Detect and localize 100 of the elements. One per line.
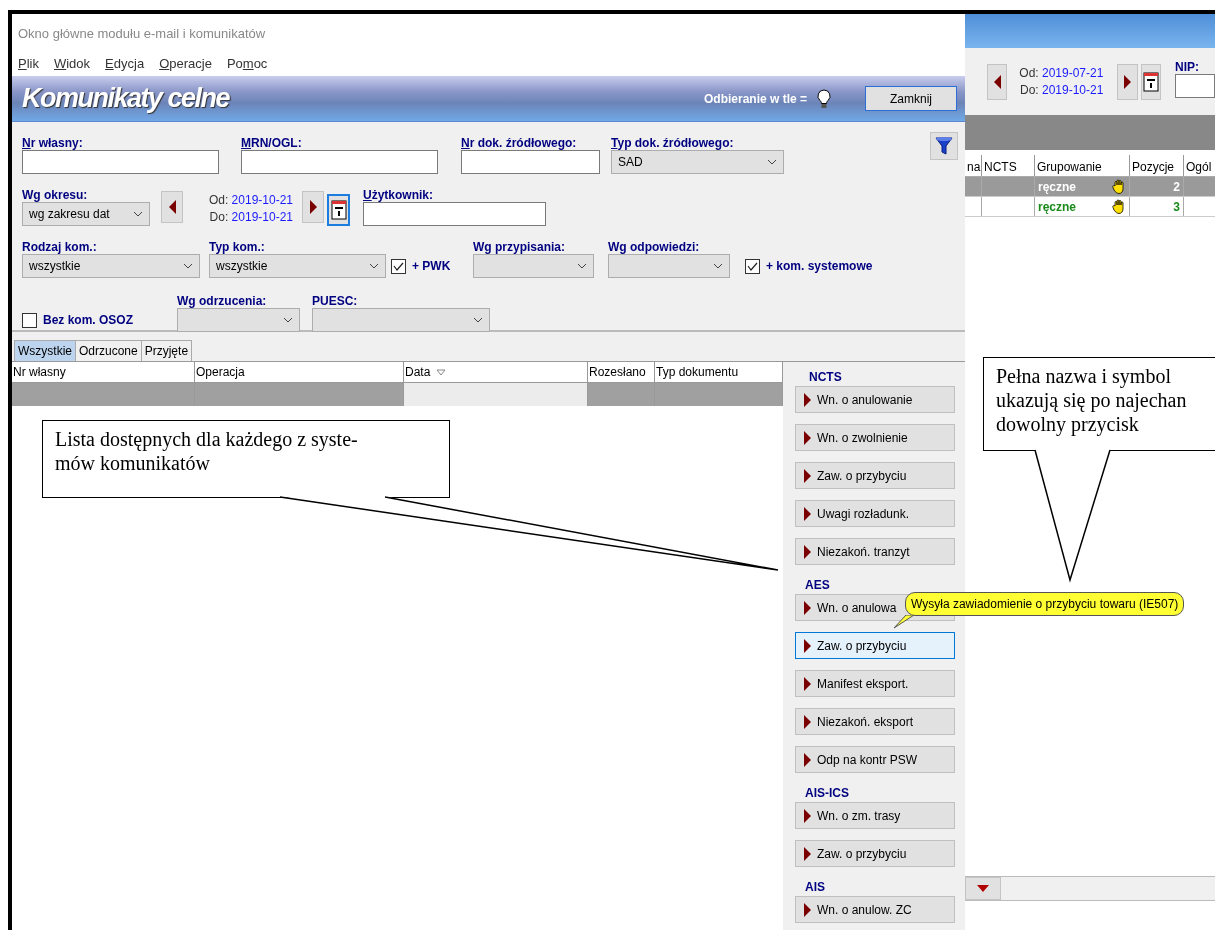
menu-item[interactable]: Edycja bbox=[105, 54, 145, 76]
right-triangle-icon bbox=[804, 638, 811, 653]
action-button[interactable]: Niezakoń. eksport bbox=[795, 708, 955, 735]
column-header[interactable]: Grupowanie bbox=[1035, 155, 1130, 176]
dropdown[interactable]: SAD bbox=[611, 150, 784, 174]
right-triangle-icon bbox=[804, 506, 811, 521]
checkbox-label: + PWK bbox=[412, 258, 451, 275]
right-triangle-icon bbox=[804, 392, 811, 407]
action-button[interactable]: Niezakoń. tranzyt bbox=[795, 538, 955, 565]
column-header[interactable]: Operacja bbox=[195, 362, 404, 382]
action-button[interactable]: Odp na kontr PSW bbox=[795, 746, 955, 773]
previous-period-button[interactable] bbox=[161, 191, 183, 223]
field-label: Typ dok. źródłowego: bbox=[611, 135, 735, 150]
dropdown[interactable]: wszystkie bbox=[22, 254, 200, 278]
table-cell: 3 bbox=[1130, 197, 1184, 216]
right-triangle-icon bbox=[804, 676, 811, 691]
right-triangle-icon bbox=[1124, 74, 1132, 89]
field-label: Wg okresu: bbox=[22, 187, 89, 202]
right-triangle-icon bbox=[804, 902, 811, 917]
app-title: Komunikaty celne bbox=[22, 82, 230, 116]
left-triangle-icon bbox=[168, 200, 176, 214]
calendar-icon bbox=[330, 200, 347, 220]
group-title: AIS-ICS bbox=[804, 785, 850, 802]
chevron-icon bbox=[767, 159, 777, 165]
field-label: Rodzaj kom.: bbox=[22, 239, 98, 254]
table-cell: ręczne bbox=[1035, 177, 1130, 196]
check-icon bbox=[393, 261, 404, 271]
column-header[interactable]: Nr własny bbox=[12, 362, 195, 382]
chevron-icon bbox=[713, 263, 723, 269]
next-period-button[interactable] bbox=[1117, 63, 1138, 100]
lightbulb-icon bbox=[817, 88, 831, 109]
dropdown[interactable]: wszystkie bbox=[209, 254, 386, 278]
next-period-button[interactable] bbox=[302, 191, 324, 223]
chevron-icon bbox=[577, 263, 587, 269]
right-triangle-icon bbox=[309, 200, 317, 214]
input-field[interactable] bbox=[22, 150, 219, 174]
chevron-icon bbox=[473, 317, 483, 323]
action-button[interactable]: Wn. o anulow. ZC bbox=[795, 896, 955, 923]
input-field[interactable] bbox=[1175, 74, 1215, 98]
caret-icon bbox=[977, 885, 989, 892]
column-header[interactable]: Data bbox=[404, 362, 588, 382]
menu-item[interactable]: Widok bbox=[53, 54, 91, 76]
action-button[interactable]: Wn. o zm. trasy bbox=[795, 802, 955, 829]
column-header[interactable]: na bbox=[965, 155, 982, 176]
checkbox[interactable] bbox=[745, 258, 760, 274]
window-title: Okno główne modułu e-mail i komunikatów bbox=[17, 25, 267, 43]
action-button[interactable]: Wn. o anulowanie bbox=[795, 386, 955, 413]
left-triangle-icon bbox=[993, 74, 1001, 89]
callout: Lista dostępnych dla każdego z syste- mów komunikatów bbox=[42, 420, 450, 498]
field-label: Użytkownik: bbox=[363, 187, 434, 202]
right-triangle-icon bbox=[804, 808, 811, 823]
previous-period-button[interactable] bbox=[987, 63, 1008, 100]
tooltip: Wysyła zawiadomienie o przybyciu towaru (IE507) bbox=[905, 592, 1185, 616]
field-label: Wg odpowiedzi: bbox=[608, 239, 701, 254]
action-button[interactable]: Manifest eksport. bbox=[795, 670, 955, 697]
column-header[interactable]: Rozesłano bbox=[588, 362, 655, 382]
checkbox-label: + kom. systemowe bbox=[766, 258, 873, 275]
right-triangle-icon bbox=[804, 430, 811, 445]
field-label: Nr własny: bbox=[22, 135, 84, 150]
calendar-button[interactable] bbox=[1140, 63, 1161, 100]
checkbox[interactable] bbox=[391, 258, 406, 274]
field-label: Wg odrzucenia: bbox=[177, 293, 268, 308]
input-field[interactable] bbox=[363, 202, 546, 226]
dropdown[interactable]: wg zakresu dat bbox=[22, 202, 150, 226]
checkbox-label: Bez kom. OSOZ bbox=[43, 312, 134, 329]
menu-item[interactable]: Pomoc bbox=[226, 54, 268, 76]
tab[interactable]: Przyjęte bbox=[140, 340, 193, 361]
action-button[interactable]: Zaw. o przybyciu bbox=[795, 462, 955, 489]
chevron-icon bbox=[283, 317, 293, 323]
input-field[interactable] bbox=[461, 150, 600, 174]
field-label: Nr dok. źródłowego: bbox=[461, 135, 578, 150]
date-range: Od: 2019-10-21 Do: 2019-10-21 bbox=[207, 192, 293, 226]
chevron-icon bbox=[133, 211, 143, 217]
action-button[interactable]: Uwagi rozładunk. bbox=[795, 500, 955, 527]
right-triangle-icon bbox=[804, 752, 811, 767]
column-header[interactable]: Pozycje bbox=[1130, 155, 1184, 176]
dropdown-button[interactable] bbox=[965, 877, 1001, 900]
column-header[interactable]: Ogól bbox=[1184, 155, 1215, 176]
action-button[interactable]: Wn. o zwolnienie bbox=[795, 424, 955, 451]
right-triangle-icon bbox=[804, 468, 811, 483]
table-row[interactable]: ręczne 3 bbox=[965, 197, 1215, 217]
menu-item[interactable]: Operacje bbox=[159, 54, 212, 76]
field-label: NIP: bbox=[1175, 59, 1200, 74]
tab[interactable]: Wszystkie bbox=[14, 340, 76, 361]
right-triangle-icon bbox=[804, 600, 811, 615]
action-button[interactable]: Zaw. o przybyciu bbox=[795, 632, 955, 659]
menu-item[interactable]: Plik bbox=[18, 54, 39, 76]
column-header[interactable]: NCTS bbox=[982, 155, 1035, 176]
calendar-button[interactable] bbox=[327, 194, 350, 226]
background-receive-label: Odbieranie w tle = bbox=[703, 90, 807, 108]
chevron-icon bbox=[183, 263, 193, 269]
chevron-icon bbox=[369, 263, 379, 269]
checkbox[interactable] bbox=[22, 312, 37, 328]
right-triangle-icon bbox=[804, 846, 811, 861]
input-field[interactable] bbox=[241, 150, 438, 174]
filter-button[interactable] bbox=[930, 132, 958, 160]
sort-icon bbox=[436, 368, 447, 376]
action-button[interactable]: Zaw. o przybyciu bbox=[795, 840, 955, 867]
close-button[interactable]: Zamknij bbox=[865, 86, 957, 111]
date-range: Od: 2019-07-21 Do: 2019-10-21 bbox=[1019, 64, 1104, 99]
